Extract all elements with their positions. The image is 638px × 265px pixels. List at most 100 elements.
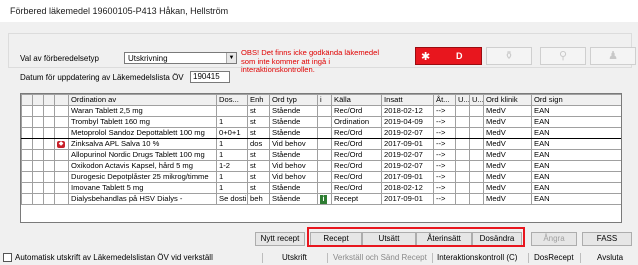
table-cell: 2018-02-12 bbox=[381, 182, 434, 194]
ghost-button-3[interactable]: ♟ bbox=[590, 47, 636, 65]
table-cell bbox=[469, 127, 484, 139]
dose-prescription-button[interactable]: DosRecept bbox=[534, 252, 574, 264]
table-cell: 2017-09-01 bbox=[381, 171, 434, 183]
table-cell: 2017-09-01 bbox=[381, 138, 434, 150]
d-button[interactable]: ✱ D bbox=[415, 47, 482, 65]
column-header[interactable]: Ordination av bbox=[68, 94, 217, 106]
table-cell: 2018-02-12 bbox=[381, 105, 434, 117]
table-cell: Imovane Tablett 5 mg bbox=[68, 182, 217, 194]
type-select-value: Utskrivning bbox=[128, 54, 168, 63]
table-cell bbox=[455, 127, 470, 139]
table-cell bbox=[469, 105, 484, 117]
header-cell-blank bbox=[21, 94, 33, 106]
new-prescription-button[interactable]: Nytt recept bbox=[255, 232, 305, 246]
table-cell: --> bbox=[433, 171, 456, 183]
table-cell bbox=[317, 127, 332, 139]
table-cell bbox=[469, 160, 484, 172]
column-header[interactable]: Källa bbox=[331, 94, 382, 106]
table-cell: MedV bbox=[483, 182, 532, 194]
table-cell: --> bbox=[433, 105, 456, 117]
table-row[interactable]: Durogesic Depotplåster 25 mikrog/timme 1 s… bbox=[21, 171, 621, 183]
table-cell bbox=[455, 171, 470, 183]
column-header[interactable]: Ord sign bbox=[531, 94, 621, 106]
table-cell bbox=[469, 193, 484, 205]
pill-icon: ⚱ bbox=[504, 50, 514, 62]
row-marker-cell bbox=[43, 116, 55, 128]
table-cell bbox=[317, 149, 332, 161]
table-cell: Rec/Ord bbox=[331, 182, 382, 194]
table-cell: Stående bbox=[269, 116, 318, 128]
column-header[interactable]: i bbox=[317, 94, 332, 106]
ghost-button-2[interactable]: ⚲ bbox=[540, 47, 586, 65]
row-marker-cell bbox=[54, 105, 69, 117]
info-icon[interactable]: i bbox=[320, 195, 327, 204]
ghost-button-1[interactable]: ⚱ bbox=[486, 47, 532, 65]
table-row[interactable]: Metoprolol Sandoz Depottablett 100 mg 0+0… bbox=[21, 127, 621, 139]
execute-send-button[interactable]: Verkställ och Sänd Recept bbox=[333, 252, 427, 264]
table-cell: EAN bbox=[531, 171, 621, 183]
table-cell: Stående bbox=[269, 127, 318, 139]
type-select[interactable]: Utskrivning ▼ bbox=[124, 52, 237, 64]
table-cell: Recept bbox=[331, 193, 382, 205]
table-cell bbox=[317, 138, 332, 150]
table-row[interactable]: Dialysbehandlas på HSV Dialys - Se dosti b… bbox=[21, 193, 621, 205]
column-header[interactable]: Enh bbox=[247, 94, 270, 106]
table-cell: MedV bbox=[483, 105, 532, 117]
row-marker-cell bbox=[32, 138, 44, 150]
row-marker-cell bbox=[21, 127, 33, 139]
exit-button[interactable]: Avsluta bbox=[597, 252, 623, 264]
table-cell: Stående bbox=[269, 193, 318, 205]
row-marker-cell bbox=[43, 171, 55, 183]
fass-button[interactable]: FASS bbox=[582, 232, 632, 246]
table-cell bbox=[455, 149, 470, 161]
d-button-label: D bbox=[456, 51, 463, 61]
date-label: Datum för uppdatering av Läkemedelslista… bbox=[20, 73, 184, 82]
column-header[interactable]: Insatt bbox=[381, 94, 434, 106]
interaction-check-button[interactable]: Interaktionskontroll (C) bbox=[437, 252, 517, 264]
table-cell: st bbox=[247, 105, 270, 117]
date-input[interactable]: 190415 bbox=[190, 71, 230, 83]
table-cell: 2019-04-09 bbox=[381, 116, 434, 128]
window-titlebar: Förbered läkemedel 19600105-P413 Håkan, … bbox=[0, 0, 638, 22]
table-cell bbox=[469, 149, 484, 161]
table-row[interactable]: Imovane Tablett 5 mg 1st Stående Rec/Ord 201… bbox=[21, 182, 621, 194]
column-header[interactable]: U... bbox=[469, 94, 484, 106]
table-cell bbox=[455, 138, 470, 150]
window-title: Förbered läkemedel 19600105-P413 Håkan, … bbox=[10, 6, 229, 16]
table-cell: 2017-09-01 bbox=[381, 193, 434, 205]
row-marker-cell bbox=[32, 171, 44, 183]
column-header[interactable]: Ord klinik bbox=[483, 94, 532, 106]
table-row[interactable]: Allopurinol Nordic Drugs Tablett 100 mg 1… bbox=[21, 149, 621, 161]
header-cell-blank bbox=[43, 94, 55, 106]
table-row[interactable]: Trombyl Tablett 160 mg 1st Stående Ordinati… bbox=[21, 116, 621, 128]
column-header[interactable]: Åt... bbox=[433, 94, 456, 106]
row-marker-cell bbox=[32, 193, 44, 205]
table-row[interactable]: Waran Tablett 2,5 mg st Stående Rec/Ord 2018… bbox=[21, 105, 621, 117]
table-cell: beh bbox=[247, 193, 270, 205]
table-cell: EAN bbox=[531, 193, 621, 205]
print-button[interactable]: Utskrift bbox=[282, 252, 307, 264]
table-row[interactable]: Oxikodon Actavis Kapsel, hård 5 mg 1-2 st V… bbox=[21, 160, 621, 172]
column-header[interactable]: Ord typ bbox=[269, 94, 318, 106]
row-marker-cell: ◆ bbox=[54, 138, 69, 150]
table-cell bbox=[469, 116, 484, 128]
table-cell: MedV bbox=[483, 138, 532, 150]
table-cell bbox=[317, 182, 332, 194]
table-cell: Allopurinol Nordic Drugs Tablett 100 mg bbox=[68, 149, 217, 161]
undo-button[interactable]: Ångra bbox=[531, 232, 577, 246]
table-cell: 1 bbox=[216, 138, 248, 150]
chevron-down-icon[interactable]: ▼ bbox=[226, 53, 236, 63]
table-row[interactable]: ◆ Zinksalva APL Salva 10 % 1 dos Vid behov Re… bbox=[21, 138, 621, 150]
table-cell: st bbox=[247, 149, 270, 161]
table-cell: st bbox=[247, 182, 270, 194]
row-marker-cell bbox=[21, 138, 33, 150]
table-cell: --> bbox=[433, 138, 456, 150]
action-highlight-box bbox=[307, 227, 525, 247]
row-marker-cell bbox=[21, 149, 33, 161]
divider bbox=[432, 253, 433, 263]
column-header[interactable]: U... bbox=[455, 94, 470, 106]
auto-print-checkbox[interactable] bbox=[3, 253, 12, 262]
warning-text: OBS! Det finns icke godkända läkemedel s… bbox=[241, 48, 380, 74]
column-header[interactable]: Dos... bbox=[216, 94, 248, 106]
table-cell: 1 bbox=[216, 171, 248, 183]
